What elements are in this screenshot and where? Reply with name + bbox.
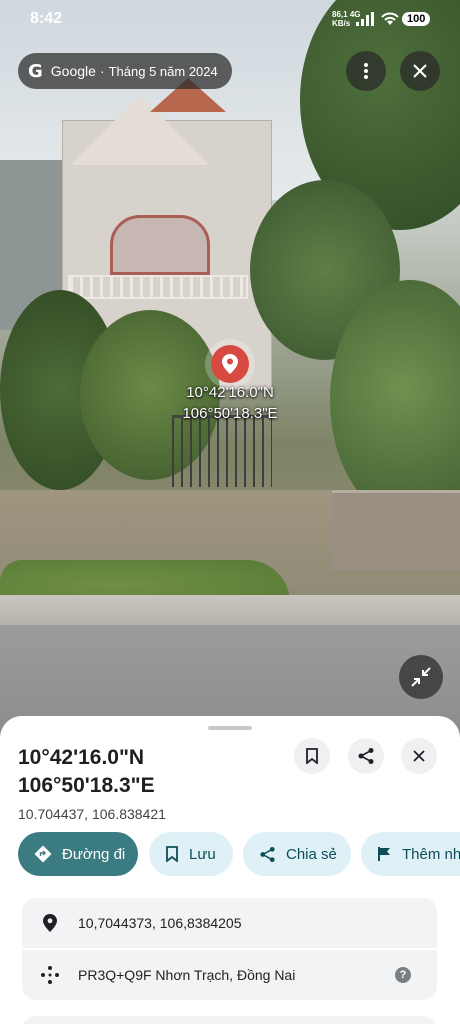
pin-latitude: 10°42'16.0"N	[186, 384, 274, 401]
wifi-icon	[381, 12, 399, 25]
close-icon	[413, 750, 425, 762]
share-chip-button[interactable]: Chia sẻ	[243, 832, 351, 876]
place-bottom-sheet: 10°42'16.0"N 106°50'18.3"E 10.704437, 10…	[0, 716, 460, 1024]
more-vert-icon	[364, 63, 368, 79]
save-button[interactable]: Lưu	[149, 832, 233, 876]
bookmark-button[interactable]	[294, 738, 330, 774]
collapse-icon	[411, 667, 431, 687]
sidewalk	[0, 595, 460, 627]
coordinates-text: 10,7044373, 106,8384205	[78, 915, 242, 931]
bookmark-icon	[166, 846, 178, 862]
directions-button[interactable]: Đường đi	[18, 832, 138, 876]
planter-wall	[332, 490, 460, 570]
save-label: Lưu	[189, 845, 216, 863]
plus-code-text: PR3Q+Q9F Nhơn Trạch, Đồng Nai	[78, 967, 296, 983]
bookmark-icon	[306, 748, 318, 764]
location-pin[interactable]	[211, 345, 249, 383]
signal-icon	[356, 12, 374, 26]
capture-date: Tháng 5 năm 2024	[108, 63, 218, 79]
street-view-screen: 8:42 86,1 4G KB/s 100 G Google · Tháng 5…	[0, 0, 460, 1024]
location-icon	[43, 914, 57, 932]
iron-gate	[172, 415, 272, 487]
pin-coordinates-label: 10°42'16.0"N 106°50'18.3"E	[150, 382, 310, 424]
pin-longitude: 106°50'18.3"E	[182, 405, 278, 422]
share-label: Chia sẻ	[286, 845, 337, 863]
imagery-source-chip[interactable]: G Google · Tháng 5 năm 2024	[18, 53, 232, 89]
plus-code-row[interactable]: PR3Q+Q9F Nhơn Trạch, Đồng Nai ?	[22, 950, 437, 1000]
directions-icon	[34, 845, 52, 863]
decimal-coordinates: 10.704437, 106.838421	[18, 806, 166, 822]
house-balcony	[68, 275, 248, 299]
google-g-icon: G	[28, 60, 43, 82]
brand-label: Google	[50, 63, 96, 79]
status-time: 8:42	[30, 10, 63, 27]
share-icon	[358, 748, 374, 764]
close-street-view-button[interactable]	[400, 51, 440, 91]
close-icon	[413, 64, 427, 78]
title-longitude: 106°50'18.3"E	[18, 774, 155, 797]
share-button[interactable]	[348, 738, 384, 774]
place-title: 10°42'16.0"N 106°50'18.3"E	[18, 744, 155, 800]
help-icon[interactable]: ?	[395, 967, 411, 983]
pin-icon	[222, 354, 238, 374]
network-speed-value: 86,1	[332, 10, 348, 19]
drag-handle[interactable]	[208, 726, 252, 730]
close-sheet-button[interactable]	[401, 738, 437, 774]
add-label-button[interactable]: Thêm nh	[361, 832, 460, 876]
collapse-view-button[interactable]	[399, 655, 443, 699]
battery-indicator: 100	[402, 12, 431, 26]
title-latitude: 10°42'16.0"N	[18, 746, 145, 769]
network-speed-unit: KB/s	[332, 19, 351, 28]
next-section-peek	[22, 1016, 437, 1024]
directions-label: Đường đi	[62, 845, 126, 863]
flag-icon	[378, 847, 390, 861]
action-chips: Đường đi Lưu Chia sẻ Thêm nh	[18, 832, 460, 876]
separator: ·	[99, 63, 105, 79]
coordinates-row[interactable]: 10,7044373, 106,8384205	[22, 898, 437, 948]
share-icon	[260, 846, 275, 862]
more-options-button[interactable]	[346, 51, 386, 91]
plus-code-icon	[41, 966, 59, 984]
add-label-text: Thêm nh	[402, 845, 460, 863]
status-bar: 8:42 86,1 4G KB/s 100	[0, 0, 460, 40]
house-window	[110, 215, 210, 275]
